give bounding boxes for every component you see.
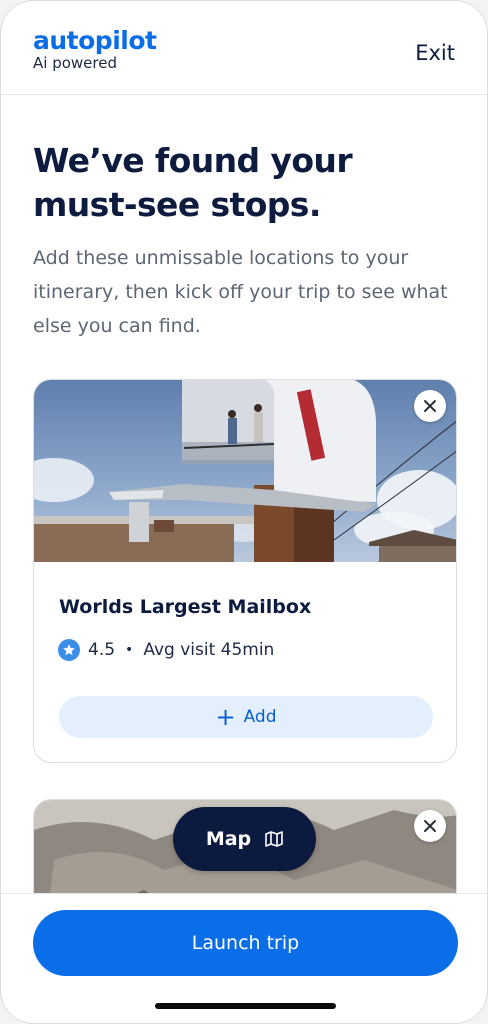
plus-icon: + xyxy=(215,703,236,731)
app-header: autopilot Ai powered Exit xyxy=(1,1,487,95)
add-stop-button[interactable]: + Add xyxy=(59,696,433,738)
remove-stop-button-2[interactable] xyxy=(414,810,446,842)
launch-trip-button[interactable]: Launch trip xyxy=(33,910,458,976)
map-icon xyxy=(265,831,283,847)
brand-name: autopilot xyxy=(33,26,157,55)
page-description: Add these unmissable locations to your i… xyxy=(33,247,448,337)
exit-button[interactable]: Exit xyxy=(415,41,455,65)
meta-separator: • xyxy=(125,642,134,658)
page-title: We’ve found your must-see stops. xyxy=(33,141,353,224)
map-button[interactable]: Map xyxy=(173,807,316,871)
home-indicator[interactable] xyxy=(155,1003,336,1009)
stop-card: Worlds Largest Mailbox 4.5 • Avg visit 4… xyxy=(33,379,457,763)
stop-visit-duration: Avg visit 45min xyxy=(143,640,275,660)
add-label: Add xyxy=(243,707,277,727)
stop-name: Worlds Largest Mailbox xyxy=(59,596,312,618)
stop-meta: 4.5 • Avg visit 45min xyxy=(58,638,274,662)
stop-rating: 4.5 xyxy=(88,640,116,660)
stop-photo xyxy=(34,380,456,562)
brand-logo: autopilot Ai powered xyxy=(33,26,157,73)
star-icon xyxy=(58,639,80,661)
footer-bar: Launch trip xyxy=(1,893,487,1023)
close-icon xyxy=(424,400,436,412)
brand-tagline: Ai powered xyxy=(33,54,117,72)
phone-screen: autopilot Ai powered Exit We’ve found yo… xyxy=(0,0,488,1024)
map-label: Map xyxy=(205,828,252,850)
close-icon xyxy=(424,820,436,832)
remove-stop-button[interactable] xyxy=(414,390,446,422)
